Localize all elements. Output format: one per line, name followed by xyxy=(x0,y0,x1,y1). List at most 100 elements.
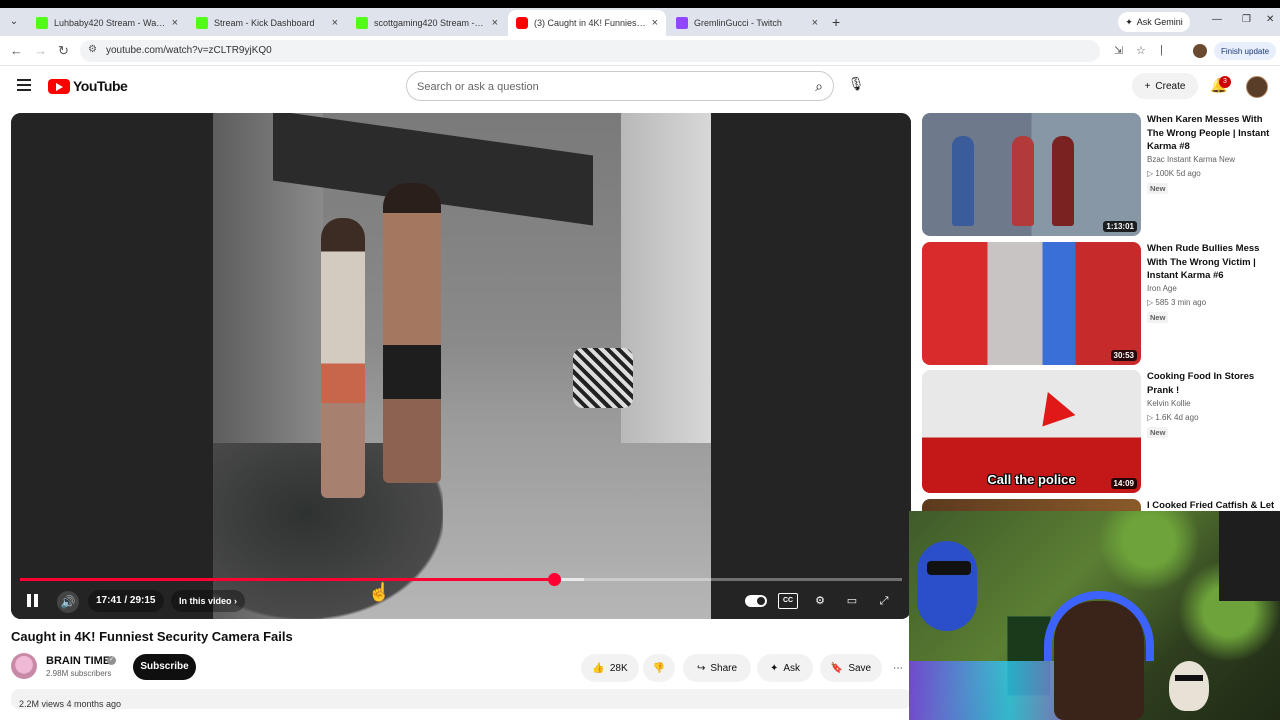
scene-person-man xyxy=(383,183,441,483)
thumb-figure xyxy=(952,136,974,226)
duration-badge: 14:09 xyxy=(1110,478,1137,489)
streamer-webcam-overlay xyxy=(909,511,1280,720)
progress-bar[interactable] xyxy=(20,573,902,586)
menu-icon[interactable] xyxy=(17,79,31,91)
video-thumbnail[interactable]: Call the police 14:09 xyxy=(922,370,1141,493)
progress-played xyxy=(20,578,554,581)
tab-search-icon[interactable]: ⌄ xyxy=(6,14,22,30)
close-icon[interactable]: × xyxy=(812,17,818,29)
theater-mode-icon[interactable]: ▭ xyxy=(842,593,862,609)
recommended-title[interactable]: When Karen Messes With The Wrong People … xyxy=(1147,113,1275,154)
kick-icon xyxy=(196,17,208,29)
tab-twitch[interactable]: GremlinGucci - Twitch × xyxy=(668,10,826,36)
recommended-channel[interactable]: Bzac Instant Karma New xyxy=(1147,155,1235,164)
browser-profile-avatar[interactable] xyxy=(1193,44,1207,58)
microphone-icon[interactable]: 🎙 xyxy=(846,76,866,96)
url-text[interactable]: youtube.com/watch?v=zCLTR9yjKQ0 xyxy=(106,45,272,56)
sparkle-icon: ✦ xyxy=(769,662,779,674)
site-info-icon[interactable]: ⚙ xyxy=(88,44,97,55)
search-icon[interactable]: ⌕ xyxy=(815,78,823,95)
time-display: 17:41 / 29:15 xyxy=(88,590,164,612)
webcam-headphones xyxy=(1044,591,1154,661)
forward-icon[interactable]: → xyxy=(34,43,47,58)
new-badge: New xyxy=(1147,183,1169,194)
autoplay-toggle[interactable] xyxy=(745,595,767,607)
tab-strip: ⌄ Luhbaby420 Stream - Watch Li... × Stre… xyxy=(0,8,1280,36)
webcam-plush-toy xyxy=(917,541,977,631)
chapters-button[interactable]: In this video › xyxy=(171,590,246,612)
share-arrow-icon: ↪ xyxy=(696,662,706,674)
close-icon[interactable]: × xyxy=(332,17,338,29)
webcam-sunglasses xyxy=(927,561,971,575)
kick-icon xyxy=(356,17,368,29)
youtube-play-icon xyxy=(48,78,70,94)
install-icon[interactable]: ⇲ xyxy=(1114,44,1123,57)
close-icon[interactable]: × xyxy=(652,17,658,29)
kick-icon xyxy=(36,17,48,29)
search-box: ⌕ xyxy=(406,71,834,101)
divider-icon: | xyxy=(1160,44,1163,56)
video-player[interactable]: 🔊 17:41 / 29:15 In this video › CC ⚙ ▭ ⤢ xyxy=(11,113,911,619)
tab-kick-dashboard[interactable]: Stream - Kick Dashboard × xyxy=(188,10,346,36)
arrow-icon xyxy=(1028,391,1076,439)
recommended-channel[interactable]: Kelvin Kollie xyxy=(1147,399,1191,408)
more-actions-icon[interactable]: ⋯ xyxy=(886,654,910,682)
account-avatar[interactable] xyxy=(1246,76,1268,98)
recommended-channel[interactable]: Iron Age xyxy=(1147,284,1177,293)
back-icon[interactable]: ← xyxy=(10,43,23,58)
duration-badge: 30:53 xyxy=(1110,350,1137,361)
scene-wall-right xyxy=(621,113,711,443)
ask-button[interactable]: ✦ Ask xyxy=(757,654,813,682)
new-badge: New xyxy=(1147,427,1169,438)
youtube-header: YouTube ⌕ 🎙 + Create 🔔 3 xyxy=(0,67,1280,107)
restore-icon[interactable]: ❐ xyxy=(1242,14,1251,25)
youtube-logo[interactable]: YouTube xyxy=(48,78,128,94)
twitch-icon xyxy=(676,17,688,29)
browser-window: ⌄ Luhbaby420 Stream - Watch Li... × Stre… xyxy=(0,0,1280,720)
dislike-button[interactable]: 👎 xyxy=(643,654,675,682)
minimize-icon[interactable]: — xyxy=(1212,14,1222,25)
video-thumbnail[interactable]: 30:53 xyxy=(922,242,1141,365)
settings-gear-icon[interactable]: ⚙ xyxy=(810,593,830,609)
new-tab-icon[interactable]: + xyxy=(832,14,840,30)
share-button[interactable]: ↪ Share xyxy=(683,654,751,682)
address-bar-row: ← → ↻ ⚙ youtube.com/watch?v=zCLTR9yjKQ0 … xyxy=(0,36,1280,66)
tab-scottgaming420[interactable]: scottgaming420 Stream - W... × xyxy=(348,10,506,36)
bookmark-star-icon[interactable]: ☆ xyxy=(1136,44,1146,57)
webcam-hanging-shirt xyxy=(1219,511,1280,601)
window-close-icon[interactable]: ✕ xyxy=(1266,14,1274,25)
fullscreen-icon[interactable]: ⤢ xyxy=(874,593,894,609)
tab-youtube-active[interactable]: (3) Caught in 4K! Funniest S... × xyxy=(508,10,666,36)
new-badge: New xyxy=(1147,312,1169,323)
finish-update-button[interactable]: Finish update xyxy=(1214,42,1276,60)
recommended-title[interactable]: Cooking Food In Stores Prank ! xyxy=(1147,370,1275,397)
save-button[interactable]: 🔖 Save xyxy=(820,654,882,682)
captions-icon[interactable]: CC xyxy=(778,593,798,609)
pause-icon[interactable] xyxy=(25,594,39,608)
tab-luhbaby420[interactable]: Luhbaby420 Stream - Watch Li... × xyxy=(28,10,186,36)
letterbox-left xyxy=(11,113,213,619)
like-button[interactable]: 👍 28K xyxy=(581,654,639,682)
recommended-meta: ▷ 100K 5d ago xyxy=(1147,169,1201,178)
recommended-video[interactable]: 30:53 When Rude Bullies Mess With The Wr… xyxy=(922,242,1272,366)
close-icon[interactable]: × xyxy=(172,17,178,29)
ask-gemini-button[interactable]: ✦ Ask Gemini xyxy=(1118,12,1190,32)
channel-name[interactable]: BRAIN TIME xyxy=(46,655,110,667)
volume-icon[interactable]: 🔊 xyxy=(57,591,79,613)
top-bar xyxy=(0,0,1280,8)
thumbs-down-icon: 👎 xyxy=(652,662,666,674)
create-button[interactable]: + Create xyxy=(1132,73,1198,99)
video-thumbnail[interactable]: 1:13:01 xyxy=(922,113,1141,236)
youtube-icon xyxy=(516,17,528,29)
reload-icon[interactable]: ↻ xyxy=(58,43,69,59)
address-bar[interactable]: ⚙ youtube.com/watch?v=zCLTR9yjKQ0 xyxy=(80,40,1100,62)
close-icon[interactable]: × xyxy=(492,17,498,29)
recommended-video[interactable]: 1:13:01 When Karen Messes With The Wrong… xyxy=(922,113,1272,237)
search-input[interactable] xyxy=(417,78,787,96)
description-box[interactable]: 2.2M views 4 months ago xyxy=(11,689,911,709)
recommended-video[interactable]: Call the police 14:09 Cooking Food In St… xyxy=(922,370,1272,494)
recommended-title[interactable]: When Rude Bullies Mess With The Wrong Vi… xyxy=(1147,242,1275,283)
subscribe-button[interactable]: Subscribe xyxy=(133,654,196,680)
progress-scrubber-handle[interactable] xyxy=(547,573,561,586)
channel-avatar[interactable] xyxy=(11,653,37,679)
